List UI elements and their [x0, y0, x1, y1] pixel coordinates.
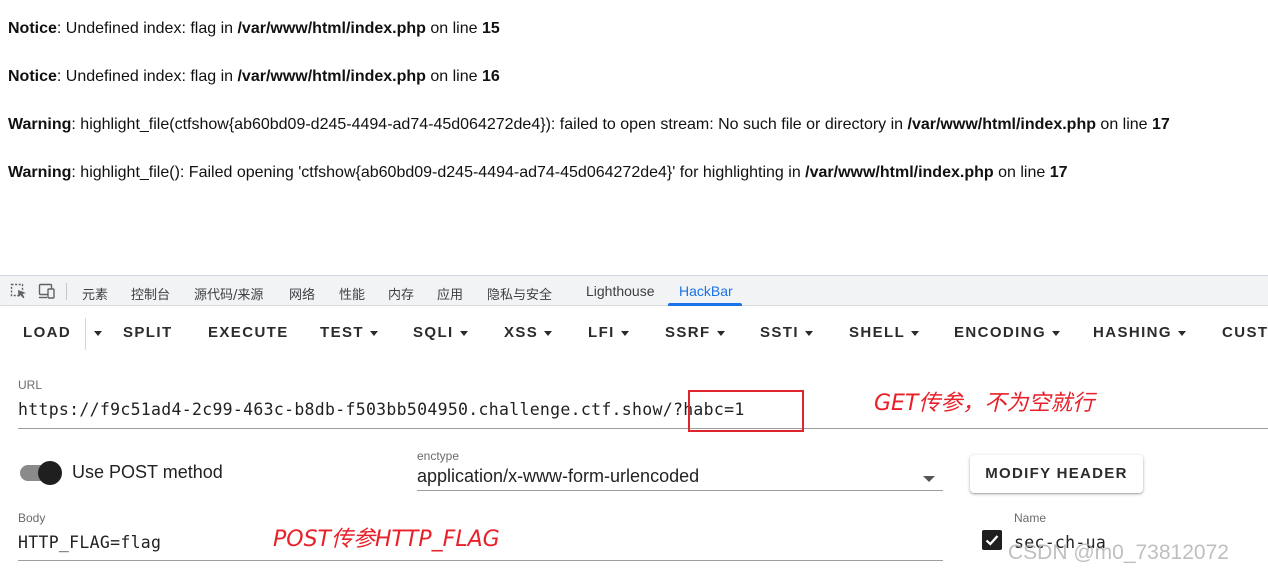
load-menu-button[interactable] [88, 324, 102, 341]
header-name-label: Name [1014, 511, 1047, 525]
execute-button[interactable]: EXECUTE [208, 324, 289, 341]
php-level: Warning [8, 164, 72, 181]
php-warning-open-stream: Warning: highlight_file(ctfshow{ab60bd09… [8, 116, 1170, 134]
tab-lighthouse[interactable]: Lighthouse [586, 283, 655, 299]
test-label: TEST [320, 324, 364, 341]
annotation-post-note: POST传参HTTP_FLAG [273, 527, 500, 552]
hashing-label: HASHING [1093, 324, 1172, 341]
sqli-label: SQLI [413, 324, 454, 341]
php-message: : Undefined index: flag in [56, 68, 238, 85]
url-underline [18, 428, 1268, 429]
load-button[interactable]: LOAD [23, 324, 71, 341]
sqli-menu-button[interactable]: SQLI [413, 324, 468, 341]
chevron-down-icon [369, 330, 378, 336]
test-menu-button[interactable]: TEST [320, 324, 378, 341]
body-label: Body [18, 511, 46, 525]
php-line-number: 15 [481, 20, 500, 37]
php-message: : highlight_file(): Failed opening 'ctfs… [71, 164, 806, 181]
chevron-down-icon [1052, 330, 1061, 336]
php-level: Notice [8, 68, 57, 85]
lfi-label: LFI [588, 324, 615, 341]
lfi-menu-button[interactable]: LFI [588, 324, 629, 341]
annotation-highlight-box [688, 390, 804, 432]
xss-label: XSS [504, 324, 539, 341]
devtools-separator [66, 283, 67, 300]
tab-sources[interactable]: 源代码/来源 [194, 284, 263, 303]
php-notice-line-15: Notice: Undefined index: flag in /var/ww… [8, 20, 500, 38]
php-path: /var/www/html/index.php [805, 164, 994, 181]
url-label: URL [18, 378, 43, 392]
dropdown-arrow-icon[interactable] [923, 476, 935, 482]
toolbar-divider [85, 318, 86, 350]
php-path: /var/www/html/index.php [907, 116, 1096, 133]
php-online: on line [993, 164, 1050, 181]
tab-elements[interactable]: 元素 [82, 284, 108, 303]
php-level: Notice [8, 20, 57, 37]
tab-performance[interactable]: 性能 [339, 284, 365, 303]
header-enabled-checkbox[interactable] [982, 530, 1002, 550]
chevron-down-icon [1177, 330, 1186, 336]
use-post-label: Use POST method [72, 462, 223, 482]
php-warning-highlight: Warning: highlight_file(): Failed openin… [8, 164, 1067, 182]
shell-menu-button[interactable]: SHELL [849, 324, 920, 341]
device-toolbar-icon[interactable] [38, 283, 56, 299]
chevron-down-icon [94, 330, 102, 336]
tab-memory[interactable]: 内存 [388, 284, 414, 303]
php-online: on line [1095, 116, 1153, 133]
php-line-number: 17 [1152, 116, 1170, 133]
tab-console[interactable]: 控制台 [131, 284, 170, 303]
php-message: : Undefined index: flag in [56, 20, 238, 37]
body-input[interactable]: HTTP_FLAG=flag [18, 533, 161, 552]
hackbar-toolbar: LOAD SPLIT EXECUTE TEST SQLI XSS LFI SSR… [0, 306, 1268, 358]
ssrf-label: SSRF [665, 324, 711, 341]
chevron-down-icon [620, 330, 629, 336]
modify-header-button[interactable]: MODIFY HEADER [970, 455, 1143, 493]
url-input[interactable]: https://f9c51ad4-2c99-463c-b8db-f503bb50… [18, 400, 745, 419]
custom-menu-button[interactable]: CUSTO [1222, 324, 1268, 341]
checkmark-icon [985, 535, 999, 546]
php-notice-line-16: Notice: Undefined index: flag in /var/ww… [8, 68, 500, 86]
xss-menu-button[interactable]: XSS [504, 324, 553, 341]
php-message: : highlight_file(ctfshow{ab60bd09-d245-4… [71, 116, 908, 133]
chevron-down-icon [544, 330, 553, 336]
body-underline [18, 560, 943, 561]
inspect-element-icon[interactable] [10, 283, 28, 299]
ssti-label: SSTI [760, 324, 799, 341]
toggle-knob[interactable] [38, 461, 62, 485]
chevron-down-icon [911, 330, 920, 336]
enctype-underline [417, 490, 943, 491]
hashing-menu-button[interactable]: HASHING [1093, 324, 1186, 341]
php-online: on line [425, 20, 482, 37]
split-button[interactable]: SPLIT [123, 324, 173, 341]
chevron-down-icon [459, 330, 468, 336]
ssti-menu-button[interactable]: SSTI [760, 324, 813, 341]
php-level: Warning [8, 116, 72, 133]
ssrf-menu-button[interactable]: SSRF [665, 324, 725, 341]
chevron-down-icon [716, 330, 725, 336]
tab-network[interactable]: 网络 [289, 284, 315, 303]
tab-application[interactable]: 应用 [437, 284, 463, 303]
tab-hackbar[interactable]: HackBar [679, 283, 733, 299]
devtools-tab-bar: 元素 控制台 源代码/来源 网络 性能 内存 应用 隐私与安全 Lighthou… [0, 275, 1268, 306]
shell-label: SHELL [849, 324, 906, 341]
annotation-get-note: GET传参，不为空就行 [874, 391, 1095, 416]
enctype-label: enctype [417, 449, 460, 463]
tab-privacy-security[interactable]: 隐私与安全 [487, 284, 552, 303]
enctype-select[interactable]: application/x-www-form-urlencoded [417, 466, 699, 487]
php-online: on line [425, 68, 482, 85]
php-line-number: 16 [481, 68, 500, 85]
encoding-label: ENCODING [954, 324, 1047, 341]
php-path: /var/www/html/index.php [237, 68, 426, 85]
encoding-menu-button[interactable]: ENCODING [954, 324, 1061, 341]
php-line-number: 17 [1049, 164, 1068, 181]
watermark: CSDN @m0_73812072 [1008, 541, 1229, 564]
php-path: /var/www/html/index.php [237, 20, 426, 37]
chevron-down-icon [804, 330, 813, 336]
